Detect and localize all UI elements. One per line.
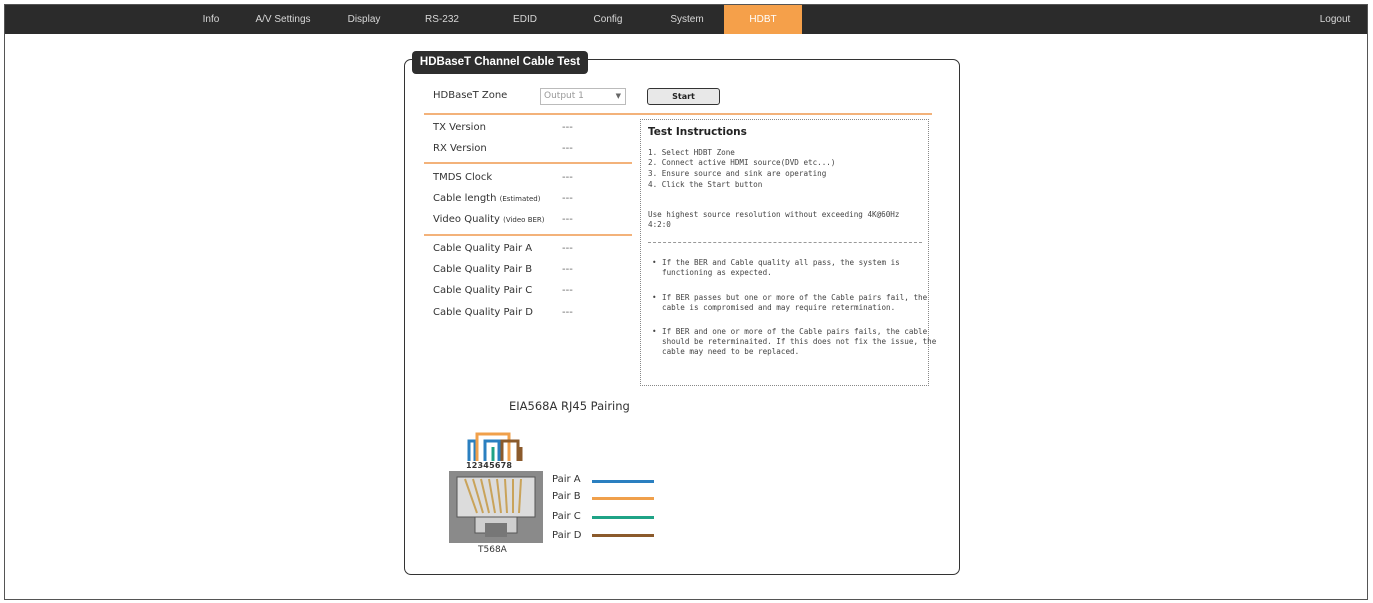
nav-config[interactable]: Config [583, 5, 633, 34]
start-button[interactable]: Start [647, 88, 720, 105]
nav-display[interactable]: Display [340, 5, 388, 34]
instructions-step: 2. Connect active HDMI source(DVD etc...… [648, 158, 836, 167]
field-label-video-quality: Video Quality (Video BER) [433, 214, 545, 225]
pair-a-line [592, 480, 654, 483]
instructions-step: 4. Click the Start button [648, 180, 763, 189]
instructions-title: Test Instructions [648, 126, 747, 138]
field-label-pair-a: Cable Quality Pair A [433, 243, 533, 254]
pair-c-label: Pair C [552, 511, 581, 522]
pair-c-line [592, 516, 654, 519]
pair-a-label: Pair A [552, 474, 581, 485]
field-label-pair-c: Cable Quality Pair C [433, 285, 533, 296]
instructions-step: 1. Select HDBT Zone [648, 148, 735, 157]
pair-d-label: Pair D [552, 530, 582, 541]
field-value-pair-d: --- [562, 307, 573, 318]
divider [424, 234, 632, 236]
field-value-tx-version: --- [562, 122, 573, 133]
chevron-down-icon: ▼ [615, 92, 621, 100]
nav-av-settings[interactable]: A/V Settings [247, 5, 319, 34]
field-value-pair-a: --- [562, 243, 573, 254]
field-label-pair-d: Cable Quality Pair D [433, 307, 533, 318]
pair-b-label: Pair B [552, 491, 581, 502]
video-quality-sub: (Video BER) [503, 216, 545, 224]
logout-link[interactable]: Logout [1311, 5, 1359, 34]
instructions-note: 4:2:0 [648, 220, 671, 229]
field-label-rx-version: RX Version [433, 143, 487, 154]
nav-system[interactable]: System [661, 5, 713, 34]
instructions-note: Use highest source resolution without ex… [648, 210, 900, 219]
field-label-cable-length: Cable length (Estimated) [433, 193, 540, 204]
pair-d-line [592, 534, 654, 537]
nav-info[interactable]: Info [191, 5, 231, 34]
field-value-rx-version: --- [562, 143, 573, 154]
nav-edid[interactable]: EDID [504, 5, 546, 34]
panel-title: HDBaseT Channel Cable Test [412, 51, 588, 74]
rj45-connector-icon [449, 471, 543, 543]
video-quality-label: Video Quality [433, 214, 500, 225]
field-label-pair-b: Cable Quality Pair B [433, 264, 533, 275]
instructions-bullet: If BER and one or more of the Cable pair… [652, 327, 937, 357]
zone-label: HDBaseT Zone [433, 90, 508, 101]
wire-loops-icon [467, 432, 523, 461]
instructions-bullet: If the BER and Cable quality all pass, t… [652, 258, 937, 278]
zone-select[interactable]: Output 1 ▼ [540, 88, 626, 105]
nav-hdbt[interactable]: HDBT [724, 5, 802, 34]
divider [424, 113, 932, 115]
instructions-bullet: If BER passes but one or more of the Cab… [652, 293, 937, 313]
cable-length-label: Cable length [433, 193, 497, 204]
nav-rs232[interactable]: RS-232 [417, 5, 467, 34]
top-navbar: Info A/V Settings Display RS-232 EDID Co… [5, 5, 1367, 34]
t568a-label: T568A [478, 545, 507, 555]
field-value-tmds-clock: --- [562, 172, 573, 183]
pair-b-line [592, 497, 654, 500]
field-label-tmds-clock: TMDS Clock [433, 172, 493, 183]
cable-length-sub: (Estimated) [499, 195, 541, 203]
zone-select-value: Output 1 [544, 91, 584, 101]
field-value-cable-length: --- [562, 193, 573, 204]
pin-numbers: 12345678 [466, 461, 513, 470]
field-value-pair-b: --- [562, 264, 573, 275]
field-value-video-quality: --- [562, 214, 573, 225]
rj45-title: EIA568A RJ45 Pairing [509, 399, 630, 413]
instructions-step: 3. Ensure source and sink are operating [648, 169, 827, 178]
field-label-tx-version: TX Version [433, 122, 486, 133]
instructions-divider [648, 242, 922, 243]
divider [424, 162, 632, 164]
field-value-pair-c: --- [562, 285, 573, 296]
